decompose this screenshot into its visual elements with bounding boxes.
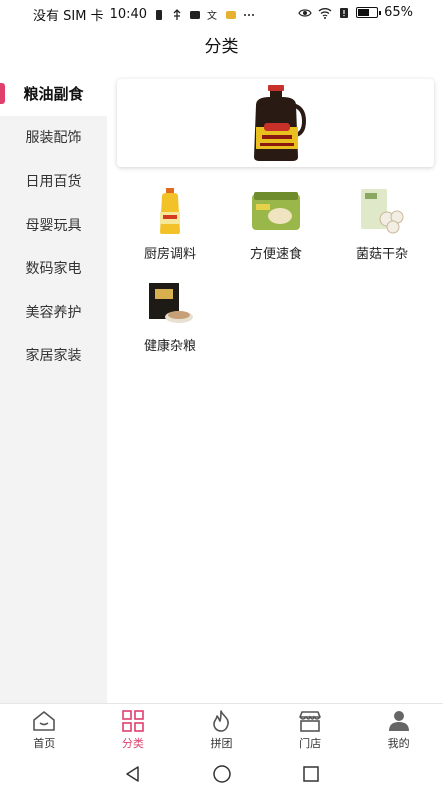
flame-icon (213, 710, 230, 732)
subcategory-mushroom-dried[interactable]: 菌菇干杂 (329, 185, 435, 262)
translate-icon: 文 (207, 9, 217, 21)
sidebar-item-daily-goods[interactable]: 日用百货 (0, 159, 107, 203)
eye-icon (298, 8, 312, 17)
bottom-nav: 首页 分类 拼团 门店 我的 (0, 703, 443, 755)
notification-icon (156, 9, 163, 20)
nav-label: 分类 (121, 737, 144, 750)
message-icon (190, 10, 201, 19)
more-icon (244, 13, 255, 16)
sim-alert-icon (340, 7, 349, 18)
user-icon (388, 711, 409, 731)
subcategory-label: 健康杂粮 (143, 339, 196, 354)
sidebar-item-label: 母婴玩具 (25, 217, 82, 234)
page-title: 分类 (204, 37, 239, 57)
sidebar-item-beauty[interactable]: 美容养护 (0, 290, 107, 334)
app-icon (226, 10, 237, 19)
nav-label: 门店 (299, 737, 322, 750)
sidebar-item-label: 粮油副食 (23, 85, 84, 104)
wifi-icon (318, 7, 332, 19)
sidebar-item-label: 数码家电 (25, 261, 82, 278)
sidebar-item-home[interactable]: 家居家装 (0, 334, 107, 378)
category-banner[interactable] (117, 79, 434, 167)
noodle-pack-icon (250, 185, 302, 237)
nav-category[interactable]: 分类 (89, 704, 178, 755)
oil-bottle-icon (144, 185, 196, 237)
subcategory-label: 方便速食 (249, 247, 302, 262)
nav-home[interactable]: 首页 (0, 704, 89, 755)
sidebar-item-clothing[interactable]: 服装配饰 (0, 116, 107, 160)
sidebar-item-label: 日用百货 (25, 173, 82, 190)
nav-store[interactable]: 门店 (266, 704, 355, 755)
home-circle-icon[interactable] (212, 764, 232, 784)
usb-icon (173, 8, 181, 20)
sidebar-item-baby-toys[interactable]: 母婴玩具 (0, 203, 107, 247)
subcategory-instant-food[interactable]: 方便速食 (223, 185, 329, 262)
status-bar: 没有 SIM 卡 10:40 文 65% (0, 0, 443, 28)
recent-apps-icon[interactable] (302, 765, 320, 783)
nav-label: 我的 (387, 737, 410, 750)
battery-percent: 65% (384, 5, 413, 20)
nav-label: 拼团 (210, 737, 233, 750)
subcategory-kitchen-seasoning[interactable]: 厨房调料 (117, 185, 223, 262)
nav-mine[interactable]: 我的 (354, 704, 443, 755)
nav-label: 首页 (33, 737, 56, 750)
svg-text:文: 文 (207, 9, 217, 21)
mushroom-pack-icon (356, 185, 408, 237)
system-nav-bar (0, 755, 443, 793)
sidebar-item-grain-oil[interactable]: 粮油副食 (0, 72, 107, 116)
subcategory-healthy-grains[interactable]: 健康杂粮 (117, 277, 223, 354)
category-sidebar: 粮油副食 服装配饰 日用百货 母婴玩具 数码家电 美容养护 家居家装 (0, 72, 107, 704)
battery-icon (356, 7, 382, 18)
home-icon (33, 711, 56, 731)
grid-icon (122, 710, 144, 732)
soy-sauce-bottle-image (253, 85, 306, 161)
subcategory-label: 菌菇干杂 (355, 247, 408, 262)
back-icon[interactable] (124, 765, 142, 783)
clock: 10:40 (109, 7, 148, 22)
sidebar-item-electronics[interactable]: 数码家电 (0, 246, 107, 290)
grain-box-icon (144, 277, 196, 329)
sim-status-text: 没有 SIM 卡 (33, 9, 104, 24)
nav-group-buy[interactable]: 拼团 (177, 704, 266, 755)
page-header: 分类 (0, 28, 443, 70)
store-icon (299, 711, 321, 732)
sidebar-item-label: 美容养护 (25, 304, 82, 321)
subcategory-label: 厨房调料 (143, 247, 196, 262)
sidebar-item-label: 家居家装 (25, 348, 82, 365)
sidebar-item-label: 服装配饰 (25, 130, 82, 147)
